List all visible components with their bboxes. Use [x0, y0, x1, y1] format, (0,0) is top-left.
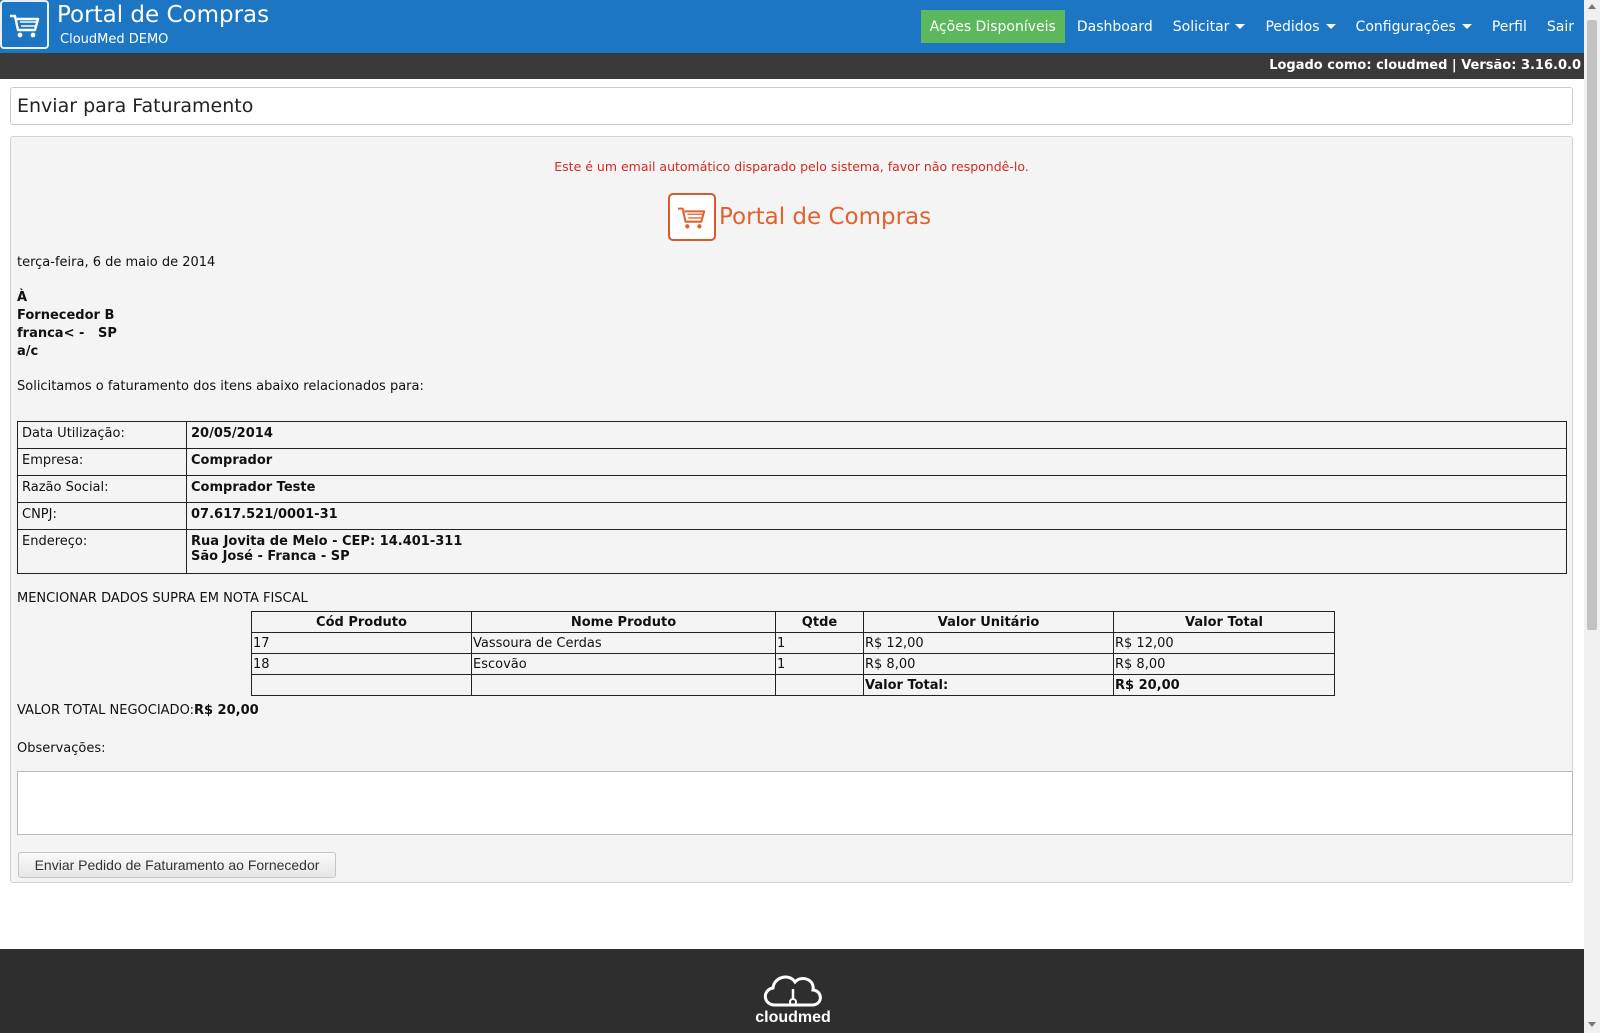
- table-header-row: Cód Produto Nome Produto Qtde Valor Unit…: [251, 611, 1335, 633]
- intro-text: Solicitamos o faturamento dos itens abai…: [17, 379, 424, 394]
- email-preview-panel: Este é um email automático disparado pel…: [10, 136, 1573, 883]
- table-row: Razão Social: Comprador Teste: [17, 475, 1567, 503]
- scroll-down-arrow-icon[interactable]: [1588, 1022, 1596, 1027]
- address-city: São José - Franca - SP: [191, 549, 350, 564]
- info-label: Razão Social:: [17, 475, 187, 503]
- item-total: R$ 8,00: [1113, 653, 1335, 675]
- nav-dashboard[interactable]: Dashboard: [1067, 10, 1163, 43]
- user-status-bar: Logado como: cloudmed | Versão: 3.16.0.0: [0, 53, 1584, 79]
- nav-perfil[interactable]: Perfil: [1482, 10, 1537, 43]
- table-row: Endereço: Rua Jovita de Melo - CEP: 14.4…: [17, 529, 1567, 574]
- mention-text: MENCIONAR DADOS SUPRA EM NOTA FISCAL: [17, 591, 308, 606]
- observations-textarea[interactable]: [17, 771, 1573, 835]
- address-line: a/c: [17, 344, 39, 359]
- item-qty: 1: [775, 632, 864, 654]
- table-row: 18 Escovão 1 R$ 8,00 R$ 8,00: [251, 653, 1335, 675]
- nav-actions-available[interactable]: Ações Disponíveis: [920, 10, 1065, 43]
- info-label: Empresa:: [17, 448, 187, 476]
- address-street: Rua Jovita de Melo - CEP: 14.401-311: [191, 534, 463, 549]
- info-label: CNPJ:: [17, 502, 187, 530]
- auto-email-notice: Este é um email automático disparado pel…: [554, 159, 1029, 174]
- column-header: Qtde: [775, 611, 864, 633]
- address-line: franca< - SP: [17, 326, 117, 341]
- table-row: 17 Vassoura de Cerdas 1 R$ 12,00 R$ 12,0…: [251, 632, 1335, 654]
- chevron-down-icon: [1461, 24, 1472, 29]
- page-title-panel: Enviar para Faturamento: [10, 87, 1573, 125]
- item-qty: 1: [775, 653, 864, 675]
- empty-cell: [251, 674, 472, 696]
- scroll-up-arrow-icon[interactable]: [1588, 4, 1596, 9]
- info-label: Data Utilização:: [17, 421, 187, 449]
- column-header: Nome Produto: [471, 611, 776, 633]
- footer: cloudmed: [0, 949, 1584, 1033]
- address-line: À: [17, 290, 28, 305]
- items-table: Cód Produto Nome Produto Qtde Valor Unit…: [251, 611, 1335, 696]
- info-value: 20/05/2014: [186, 421, 1567, 449]
- item-unit-price: R$ 12,00: [863, 632, 1114, 654]
- item-code: 17: [251, 632, 472, 654]
- item-code: 18: [251, 653, 472, 675]
- item-name: Escovão: [471, 653, 776, 675]
- nav-pedidos-label: Pedidos: [1265, 18, 1320, 35]
- negotiated-total: VALOR TOTAL NEGOCIADO:R$ 20,00: [17, 703, 259, 718]
- total-value: R$ 20,00: [1113, 674, 1335, 696]
- column-header: Valor Unitário: [863, 611, 1114, 633]
- table-row: CNPJ: 07.617.521/0001-31: [17, 502, 1567, 530]
- negotiated-label: VALOR TOTAL NEGOCIADO:: [17, 703, 194, 718]
- info-value: Comprador Teste: [186, 475, 1567, 503]
- footer-brand: cloudmed: [755, 1009, 831, 1026]
- empty-cell: [775, 674, 864, 696]
- nav-solicitar-label: Solicitar: [1172, 18, 1230, 35]
- cart-logo-icon[interactable]: [0, 0, 49, 49]
- nav-sair[interactable]: Sair: [1537, 10, 1584, 43]
- table-total-row: Valor Total: R$ 20,00: [251, 674, 1335, 696]
- total-label: Valor Total:: [863, 674, 1114, 696]
- chevron-down-icon: [1325, 24, 1336, 29]
- item-unit-price: R$ 8,00: [863, 653, 1114, 675]
- email-logo-text: Portal de Compras: [719, 204, 932, 230]
- table-row: Data Utilização: 20/05/2014: [17, 421, 1567, 449]
- cart-icon: [668, 193, 716, 241]
- item-name: Vassoura de Cerdas: [471, 632, 776, 654]
- observations-label: Observações:: [17, 741, 106, 756]
- table-row: Empresa: Comprador: [17, 448, 1567, 476]
- item-total: R$ 12,00: [1113, 632, 1335, 654]
- info-value: 07.617.521/0001-31: [186, 502, 1567, 530]
- top-navbar: Portal de Compras CloudMed DEMO Ações Di…: [0, 0, 1584, 53]
- app-title[interactable]: Portal de Compras: [57, 2, 269, 28]
- scrollbar-thumb[interactable]: [1587, 20, 1597, 630]
- page-title: Enviar para Faturamento: [17, 95, 254, 117]
- email-date: terça-feira, 6 de maio de 2014: [17, 255, 216, 270]
- chevron-down-icon: [1235, 24, 1246, 29]
- info-label: Endereço:: [17, 529, 187, 574]
- info-value: Comprador: [186, 448, 1567, 476]
- app-subtitle: CloudMed DEMO: [60, 32, 169, 47]
- send-billing-request-button[interactable]: Enviar Pedido de Faturamento ao Forneced…: [18, 852, 336, 878]
- column-header: Valor Total: [1113, 611, 1335, 633]
- nav-solicitar[interactable]: Solicitar: [1163, 10, 1256, 43]
- column-header: Cód Produto: [251, 611, 472, 633]
- nav-pedidos[interactable]: Pedidos: [1255, 10, 1345, 43]
- email-logo: Portal de Compras: [668, 193, 931, 241]
- nav-configuracoes[interactable]: Configurações: [1346, 10, 1482, 43]
- address-line: Fornecedor B: [17, 308, 115, 323]
- nav-configuracoes-label: Configurações: [1355, 18, 1456, 35]
- empty-cell: [471, 674, 776, 696]
- info-value: Rua Jovita de Melo - CEP: 14.401-311 São…: [186, 529, 1567, 574]
- negotiated-value: R$ 20,00: [193, 703, 259, 718]
- page-scrollbar[interactable]: [1584, 0, 1600, 1033]
- main-nav: Ações Disponíveis Dashboard Solicitar Pe…: [920, 0, 1584, 53]
- billing-info-table: Data Utilização: 20/05/2014 Empresa: Com…: [17, 421, 1567, 574]
